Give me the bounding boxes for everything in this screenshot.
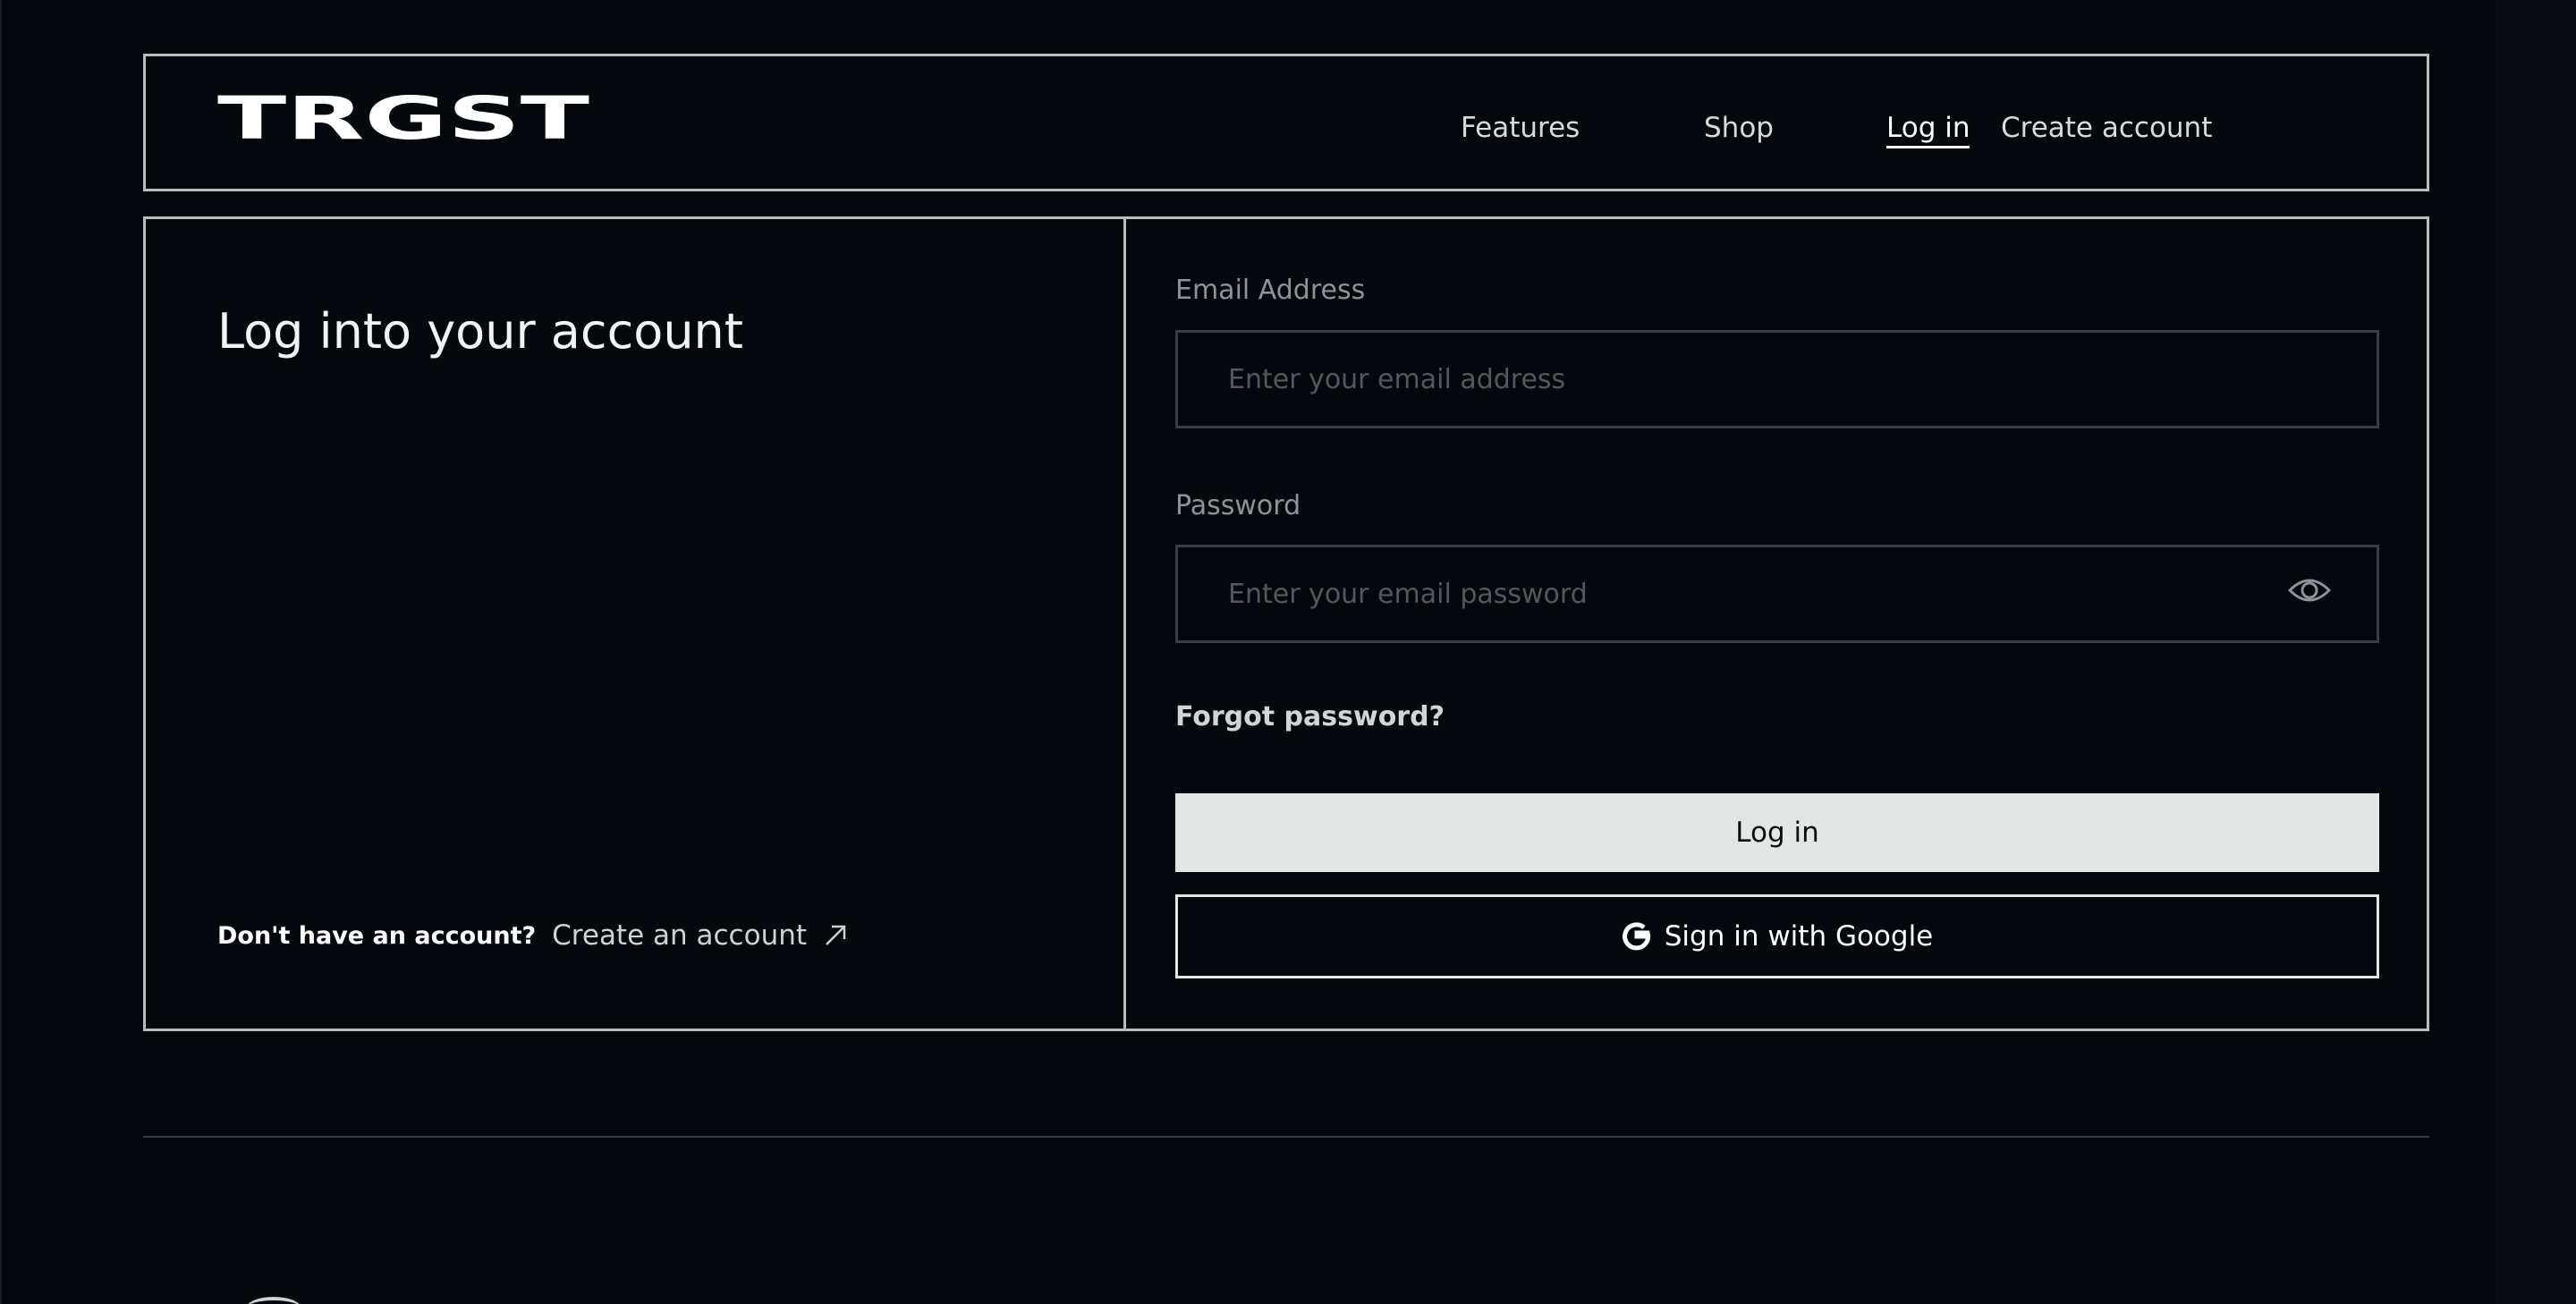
left-edge [0, 0, 2, 1304]
panel-divider [1123, 219, 1126, 1029]
eye-icon[interactable] [2287, 572, 2332, 608]
arrow-up-right-icon[interactable] [823, 923, 848, 948]
forgot-password-link[interactable]: Forgot password? [1175, 701, 1445, 732]
create-account-link[interactable]: Create an account [552, 919, 807, 952]
nav-log-in-label: Log in [1886, 112, 1970, 148]
right-band [2496, 0, 2576, 1304]
nav-features[interactable]: Features [1461, 112, 1640, 144]
log-in-button[interactable]: Log in [1175, 793, 2379, 872]
trgst-logo[interactable]: TRGST [217, 92, 589, 146]
password-label: Password [1175, 490, 1301, 521]
google-button-label: Sign in with Google [1664, 920, 1934, 953]
google-icon [1622, 922, 1650, 951]
page-title: Log into your account [217, 303, 743, 360]
footer-logo-fragment [247, 1297, 301, 1304]
email-input[interactable] [1175, 330, 2379, 428]
google-sign-in-button[interactable]: Sign in with Google [1175, 894, 2379, 978]
signup-question: Don't have an account? [217, 921, 537, 950]
svg-text:TRGST: TRGST [217, 92, 589, 146]
email-label: Email Address [1175, 275, 1366, 306]
password-input[interactable] [1175, 545, 2379, 643]
nav-shop[interactable]: Shop [1704, 112, 1811, 144]
nav-create-account[interactable]: Create account [2001, 112, 2287, 144]
page: TRGST Features Shop Log in Create accoun… [0, 0, 2576, 1304]
site-header: TRGST Features Shop Log in Create accoun… [143, 54, 2429, 191]
nav-log-in[interactable]: Log in [1886, 112, 1994, 148]
signup-prompt: Don't have an account? Create an account [217, 919, 848, 952]
footer-divider [143, 1136, 2429, 1138]
